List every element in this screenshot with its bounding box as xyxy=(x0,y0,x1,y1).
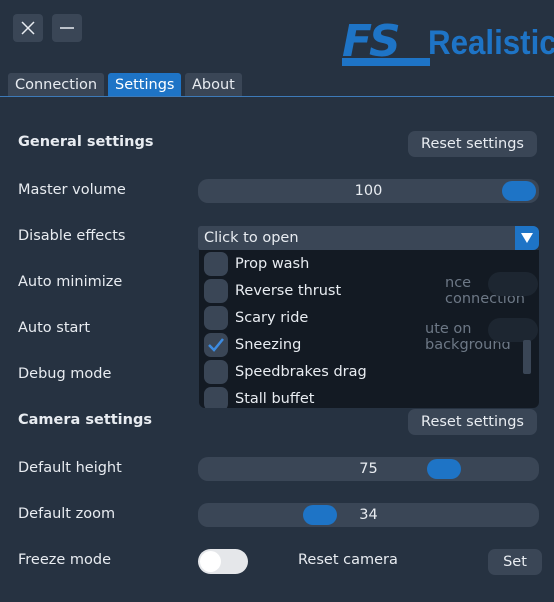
option-label: Sneezing xyxy=(235,337,302,353)
checkbox[interactable] xyxy=(204,333,228,357)
slider-thumb[interactable] xyxy=(502,181,536,201)
dropdown-placeholder: Click to open xyxy=(204,230,299,246)
list-item[interactable]: Stall buffet xyxy=(199,386,519,408)
minimize-icon xyxy=(60,27,74,29)
tab-settings[interactable]: Settings xyxy=(108,73,182,97)
freeze-mode-toggle[interactable] xyxy=(198,549,248,574)
default-zoom-label: Default zoom xyxy=(18,506,116,522)
chevron-down-icon xyxy=(521,233,533,243)
list-item[interactable]: Scary ride xyxy=(199,305,519,332)
general-settings-title: General settings xyxy=(18,134,154,150)
default-height-slider[interactable]: 75 xyxy=(198,457,539,481)
slider-thumb[interactable] xyxy=(303,505,338,525)
tab-connection[interactable]: Connection xyxy=(8,73,105,97)
option-label: Stall buffet xyxy=(235,391,315,407)
camera-reset-button[interactable]: Reset settings xyxy=(408,409,537,435)
slider-thumb[interactable] xyxy=(426,459,461,479)
option-label: Reverse thrust xyxy=(235,283,342,299)
option-label: Scary ride xyxy=(235,310,309,326)
tab-about[interactable]: About xyxy=(185,73,242,97)
close-button[interactable] xyxy=(13,14,43,42)
auto-minimize-label: Auto minimize xyxy=(18,274,123,290)
reset-camera-label: Reset camera xyxy=(298,552,398,568)
list-item[interactable]: Prop wash xyxy=(199,251,519,278)
logo-realistic: Realistic xyxy=(428,24,554,62)
minimize-button[interactable] xyxy=(52,14,82,42)
debug-mode-label: Debug mode xyxy=(18,366,112,382)
auto-start-label: Auto start xyxy=(18,320,91,336)
default-height-label: Default height xyxy=(18,460,122,476)
checkbox[interactable] xyxy=(204,252,228,276)
disable-effects-list: nce connection ute on background Prop wa… xyxy=(199,250,539,408)
checkmark-icon xyxy=(208,338,224,352)
dropdown-toggle[interactable] xyxy=(515,226,539,250)
disable-effects-dropdown[interactable]: Click to open xyxy=(198,226,539,250)
default-zoom-slider[interactable]: 34 xyxy=(198,503,539,527)
camera-settings-title: Camera settings xyxy=(18,412,152,428)
option-label: Prop wash xyxy=(235,256,310,272)
default-height-value: 75 xyxy=(359,461,378,477)
master-volume-label: Master volume xyxy=(18,182,126,198)
checkbox[interactable] xyxy=(204,360,228,384)
list-scrollbar[interactable] xyxy=(523,340,531,374)
option-label: Speedbrakes drag xyxy=(235,364,367,380)
checkbox[interactable] xyxy=(204,387,228,408)
checkbox[interactable] xyxy=(204,279,228,303)
tab-divider xyxy=(0,96,554,97)
app-logo: FS Realistic xyxy=(338,14,554,70)
list-item[interactable]: Reverse thrust xyxy=(199,278,519,305)
master-volume-value: 100 xyxy=(354,183,383,199)
freeze-mode-label: Freeze mode xyxy=(18,552,112,568)
default-zoom-value: 34 xyxy=(359,507,378,523)
list-item[interactable]: Sneezing xyxy=(199,332,519,359)
checkbox[interactable] xyxy=(204,306,228,330)
reset-camera-set-button[interactable]: Set xyxy=(488,549,542,575)
master-volume-slider[interactable]: 100 xyxy=(198,179,539,203)
close-icon xyxy=(21,21,35,35)
list-item[interactable]: Speedbrakes drag xyxy=(199,359,519,386)
general-reset-button[interactable]: Reset settings xyxy=(408,131,537,157)
disable-effects-label: Disable effects xyxy=(18,228,126,244)
toggle-knob xyxy=(200,551,221,572)
logo-underline xyxy=(342,58,430,66)
